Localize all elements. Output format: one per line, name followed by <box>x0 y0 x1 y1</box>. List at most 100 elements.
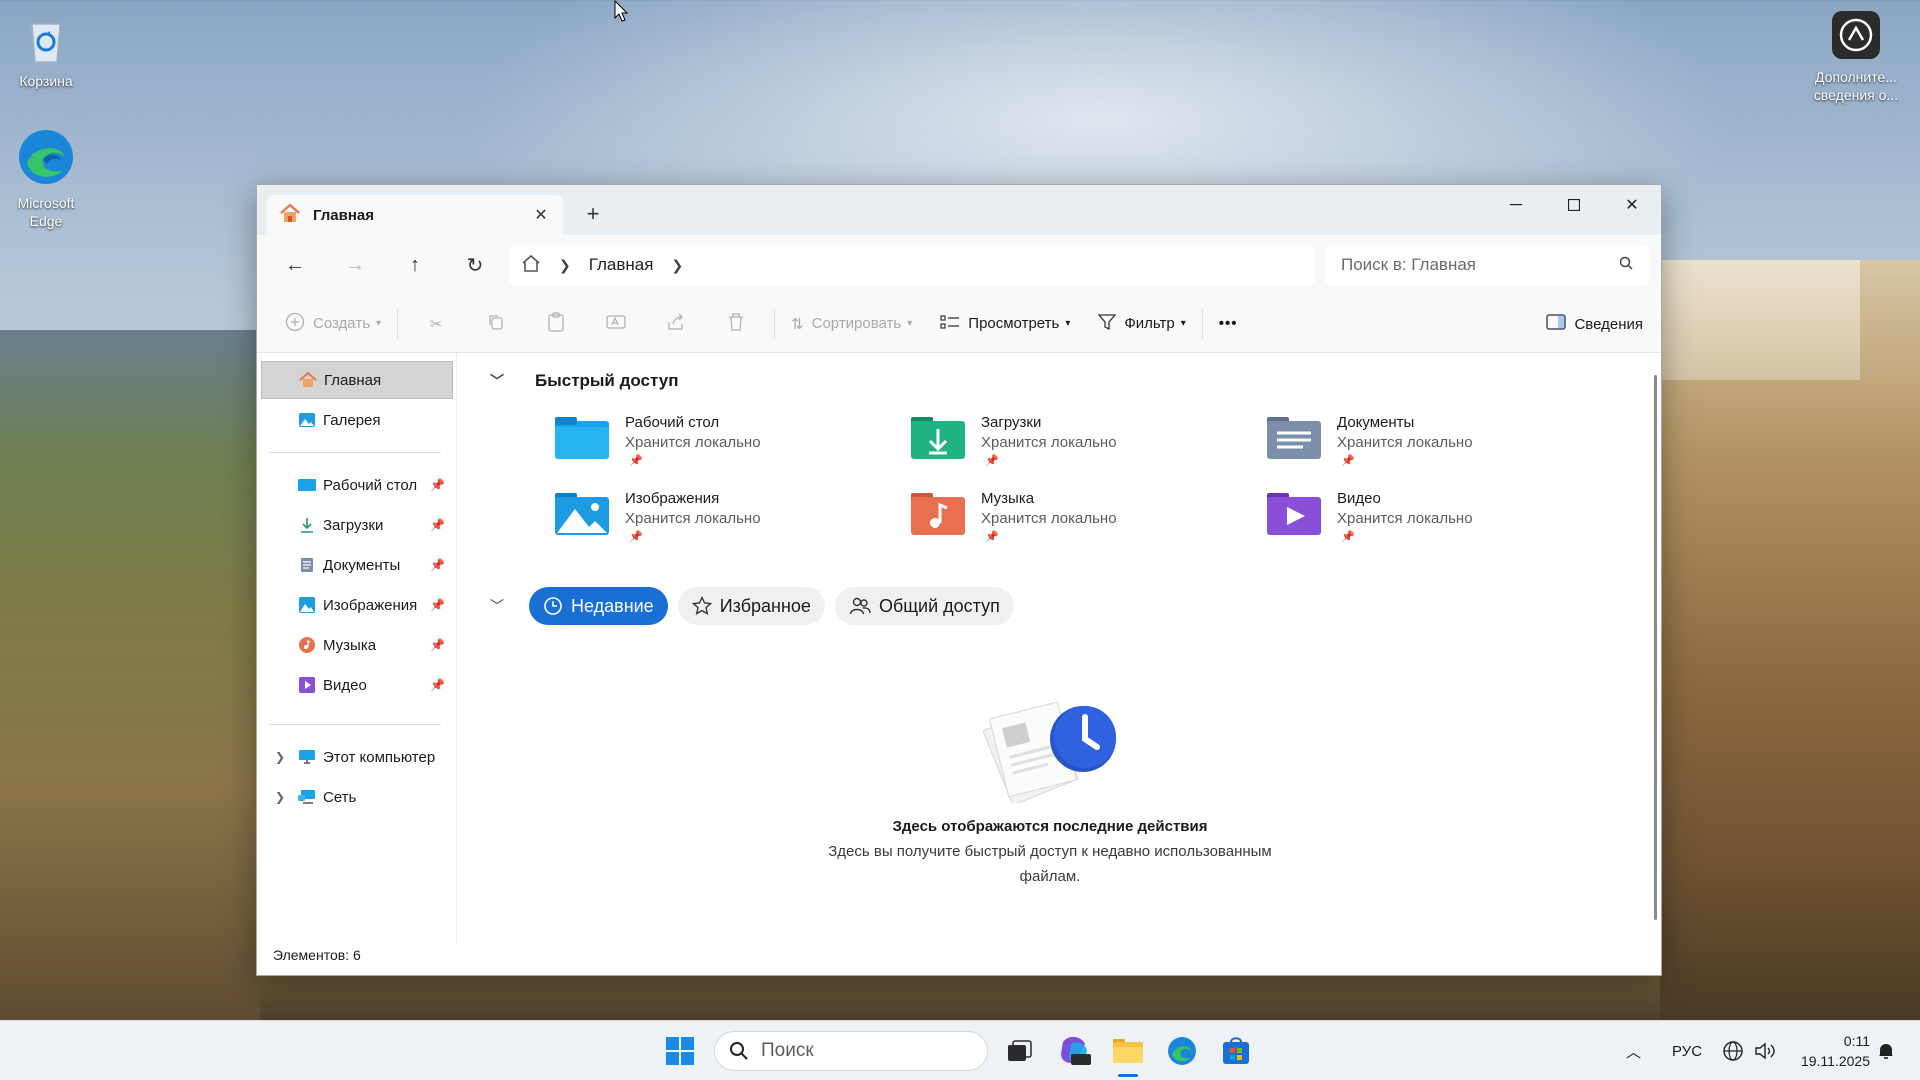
up-button[interactable]: ↑ <box>397 249 433 281</box>
home-icon <box>298 370 318 390</box>
paste-icon <box>547 311 565 336</box>
sidebar-item-pictures[interactable]: Изображения 📌 <box>261 586 453 624</box>
pin-icon[interactable]: 📌 <box>430 558 445 572</box>
breadcrumb-chevron-icon[interactable]: ❯ <box>671 257 683 274</box>
chevron-right-icon[interactable]: ❯ <box>275 750 285 764</box>
language-label: РУС <box>1672 1042 1703 1060</box>
desktop-icon-recycle-bin[interactable]: Корзина <box>6 14 86 90</box>
breadcrumb-chevron-icon[interactable]: ❯ <box>559 257 571 274</box>
chevron-down-icon[interactable]: ﹀ <box>485 596 509 616</box>
rename-button[interactable] <box>586 306 646 342</box>
speaker-icon <box>1755 1042 1775 1060</box>
filter-button[interactable]: Фильтр ▾ <box>1090 306 1193 342</box>
task-view-button[interactable] <box>1000 1031 1040 1071</box>
quick-access-item-documents[interactable]: Документы Хранится локально 📌 <box>1265 413 1595 477</box>
sort-button[interactable]: ⇅ Сортировать ▾ <box>783 306 920 342</box>
notification-bell-icon <box>1879 1044 1893 1059</box>
file-explorer-taskbar-button[interactable] <box>1108 1031 1148 1077</box>
quick-access-item-video[interactable]: Видео Хранится локально 📌 <box>1265 489 1595 553</box>
tab-shared[interactable]: Общий доступ <box>834 587 1014 625</box>
sidebar-item-music[interactable]: Музыка 📌 <box>261 626 453 664</box>
cut-button[interactable]: ✂ <box>406 306 466 342</box>
tab-favorites[interactable]: Избранное <box>677 587 825 625</box>
refresh-button[interactable]: ↻ <box>457 249 493 281</box>
quick-access-item-music[interactable]: Музыка Хранится локально 📌 <box>909 489 1239 553</box>
pin-icon[interactable]: 📌 <box>430 598 445 612</box>
star-icon <box>691 596 712 616</box>
details-button[interactable]: Сведения <box>1546 306 1643 342</box>
pin-icon[interactable]: 📌 <box>430 518 445 532</box>
minimize-button[interactable] <box>1487 185 1545 225</box>
address-bar[interactable]: ❯ Главная ❯ <box>509 245 1315 285</box>
new-tab-button[interactable]: + <box>577 199 609 231</box>
close-tab-icon[interactable]: ✕ <box>531 205 551 225</box>
store-taskbar-button[interactable] <box>1216 1031 1256 1071</box>
search-icon <box>730 1042 748 1060</box>
title-bar[interactable]: Главная ✕ + ✕ <box>257 185 1661 235</box>
home-icon[interactable] <box>521 254 541 277</box>
documents-icon <box>297 555 317 575</box>
chevron-right-icon[interactable]: ❯ <box>275 790 285 804</box>
more-options-button[interactable]: ••• <box>1211 306 1246 342</box>
wallpaper-rocks <box>260 975 1660 1020</box>
sidebar-item-home[interactable]: Главная <box>261 361 453 399</box>
pin-icon[interactable]: 📌 <box>430 478 445 492</box>
sidebar-item-label: Изображения <box>323 596 418 614</box>
vertical-scrollbar[interactable] <box>1654 375 1657 920</box>
show-hidden-icons-button[interactable]: ︿ <box>1626 1021 1641 1080</box>
breadcrumb-current[interactable]: Главная <box>589 255 654 275</box>
m365-copilot-button[interactable] <box>1054 1031 1094 1071</box>
clock[interactable]: 0:11 19.11.2025 <box>1801 1031 1870 1071</box>
navigation-pane: Главная Галерея Рабочий стол 📌 Загрузки … <box>257 353 457 943</box>
documents-folder-icon <box>1265 413 1323 465</box>
edge-taskbar-button[interactable] <box>1162 1031 1202 1071</box>
share-button[interactable] <box>646 306 706 342</box>
quick-access-item-downloads[interactable]: Загрузки Хранится локально 📌 <box>909 413 1239 477</box>
desktop-icon-edge[interactable]: Microsoft Edge <box>6 128 86 230</box>
paste-button[interactable] <box>526 306 586 342</box>
sidebar-item-desktop[interactable]: Рабочий стол 📌 <box>261 466 453 504</box>
sidebar-item-gallery[interactable]: Галерея <box>261 401 453 439</box>
view-label: Просмотреть <box>968 315 1060 332</box>
search-box[interactable]: Поиск в: Главная <box>1325 245 1649 285</box>
sidebar-item-downloads[interactable]: Загрузки 📌 <box>261 506 453 544</box>
search-input[interactable]: Поиск в: Главная <box>1341 255 1619 275</box>
copy-button[interactable] <box>466 306 526 342</box>
tab-recent-label: Недавние <box>571 595 654 616</box>
file-explorer-icon <box>1113 1039 1143 1063</box>
quick-access-title: Быстрый доступ <box>535 371 679 390</box>
forward-button[interactable]: → <box>337 249 373 281</box>
quick-access-item-pictures[interactable]: Изображения Хранится локально 📌 <box>553 489 883 553</box>
notifications-button[interactable] <box>1876 1021 1896 1080</box>
edge-icon <box>6 128 86 190</box>
network-status-button[interactable] <box>1722 1021 1744 1080</box>
chevron-down-icon[interactable]: ﹀ <box>485 371 509 391</box>
create-button[interactable]: Создать ▾ <box>277 306 389 342</box>
tab-recent[interactable]: Недавние <box>529 587 668 625</box>
sidebar-divider <box>269 452 441 453</box>
sidebar-item-this-pc[interactable]: ❯ Этот компьютер <box>261 738 453 776</box>
desktop-icon-more-info[interactable]: Дополните... сведения о... <box>1806 10 1906 104</box>
delete-button[interactable] <box>706 306 766 342</box>
quick-access-item-desktop[interactable]: Рабочий стол Хранится локально 📌 <box>553 413 883 477</box>
pin-icon[interactable]: 📌 <box>430 638 445 652</box>
item-status: Хранится локально <box>1337 434 1473 451</box>
tab-home[interactable]: Главная ✕ <box>267 195 563 235</box>
chevron-down-icon: ▾ <box>1180 318 1186 329</box>
start-button[interactable] <box>660 1031 700 1071</box>
volume-button[interactable] <box>1754 1021 1776 1080</box>
back-button[interactable]: ← <box>277 249 313 281</box>
close-window-button[interactable]: ✕ <box>1603 185 1661 225</box>
wallpaper-town <box>1660 260 1860 380</box>
view-button[interactable]: Просмотреть ▾ <box>932 306 1078 342</box>
sidebar-item-video[interactable]: Видео 📌 <box>261 666 453 704</box>
sidebar-item-network[interactable]: ❯ Сеть <box>261 778 453 816</box>
sidebar-item-documents[interactable]: Документы 📌 <box>261 546 453 584</box>
input-language-indicator[interactable]: РУС <box>1672 1021 1702 1080</box>
sort-icon: ⇅ <box>791 315 804 333</box>
quick-access-header[interactable]: ﹀ Быстрый доступ <box>485 371 678 391</box>
pin-icon[interactable]: 📌 <box>430 678 445 692</box>
maximize-button[interactable] <box>1545 185 1603 225</box>
taskbar-search[interactable]: Поиск <box>714 1031 988 1071</box>
music-folder-icon <box>909 489 967 541</box>
